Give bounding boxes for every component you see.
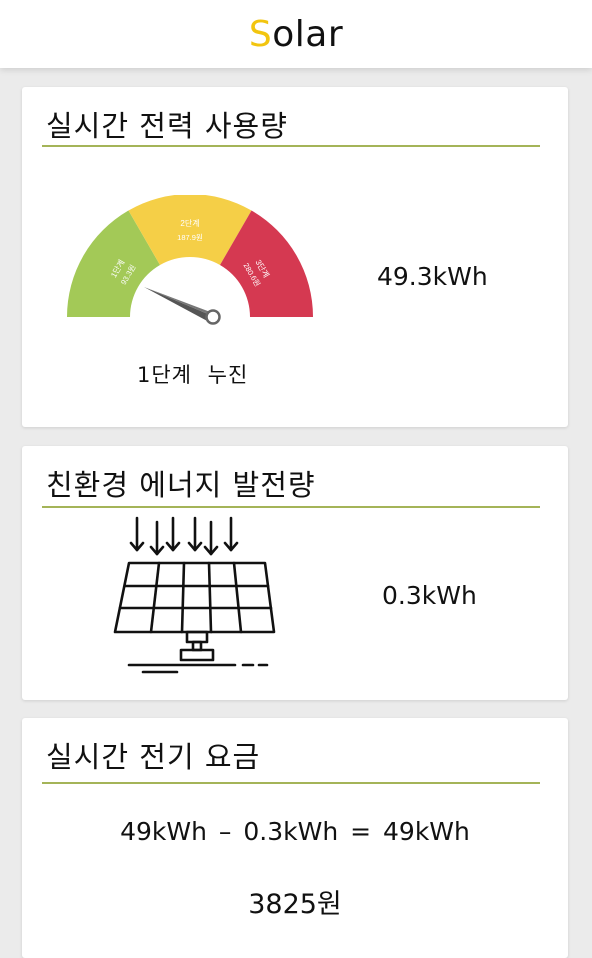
fee-card-title: 실시간 전기 요금 bbox=[46, 740, 261, 774]
fee-card: 실시간 전기 요금 49kWh – 0.3kWh = 49kWh 3825원 bbox=[22, 718, 568, 958]
card-divider bbox=[42, 506, 540, 508]
gauge-caption: 1단계 누진 bbox=[137, 363, 249, 387]
generation-card: 친환경 에너지 발전량 0.3kWh bbox=[22, 446, 568, 700]
gauge-label-tier2: 2단계 bbox=[180, 218, 199, 228]
app-logo: Solar bbox=[249, 14, 343, 55]
usage-card-title: 실시간 전력 사용량 bbox=[46, 109, 288, 143]
tier-gauge: 1단계 93.3원 2단계 187.9원 3단계 280.6원 bbox=[67, 195, 313, 325]
logo-accent-letter: S bbox=[248, 13, 273, 55]
card-divider bbox=[42, 782, 540, 784]
usage-value: 49.3kWh bbox=[377, 262, 488, 291]
fee-equation: 49kWh – 0.3kWh = 49kWh bbox=[120, 817, 470, 846]
fee-amount: 3825원 bbox=[248, 889, 342, 920]
sun-rays-icon bbox=[129, 516, 239, 556]
usage-card: 실시간 전력 사용량 1단계 93.3원 2단계 187.9원 3단계 280.… bbox=[22, 87, 568, 427]
gauge-needle bbox=[144, 287, 221, 325]
app-header: Solar bbox=[0, 0, 592, 68]
card-divider bbox=[42, 145, 540, 147]
generation-value: 0.3kWh bbox=[382, 581, 477, 610]
logo-text: olar bbox=[272, 13, 344, 55]
solar-panel-icon bbox=[113, 516, 276, 674]
gauge-label-price2: 187.9원 bbox=[177, 233, 203, 242]
generation-card-title: 친환경 에너지 발전량 bbox=[46, 468, 316, 502]
